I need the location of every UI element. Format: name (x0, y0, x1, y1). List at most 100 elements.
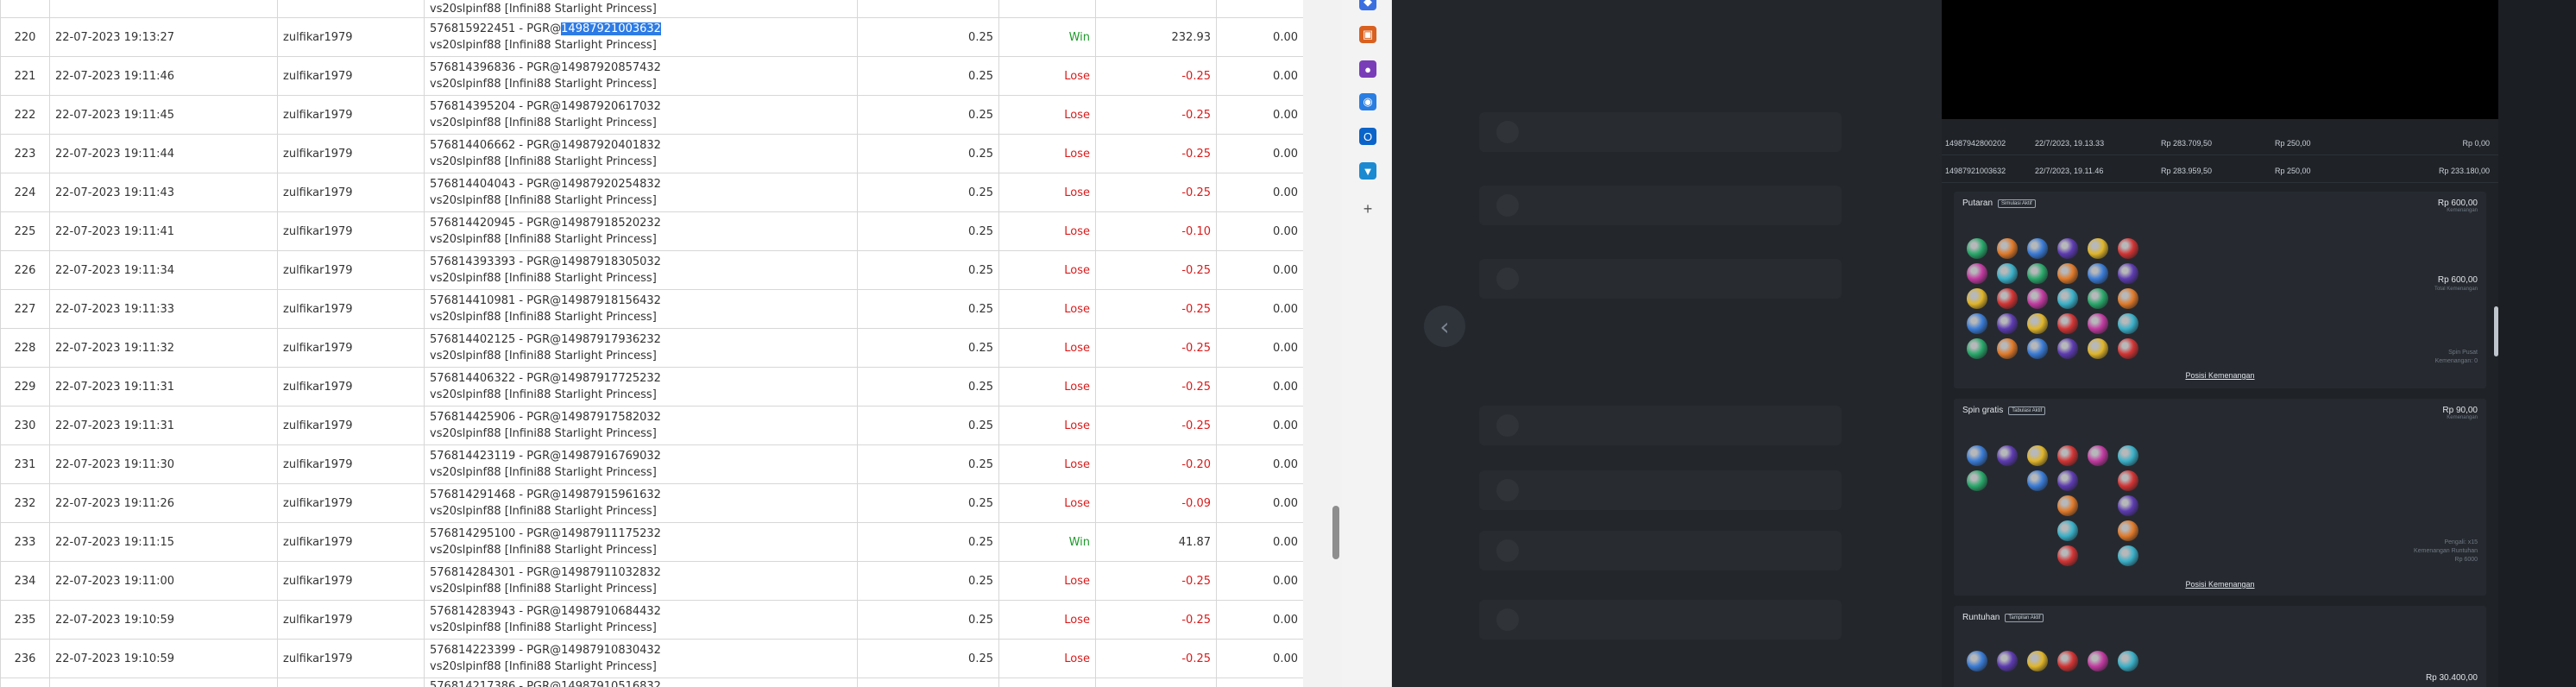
table-row[interactable]: 229 22-07-2023 19:11:31 zulfikar1979 576814… (0, 367, 1303, 407)
report-scrollbar-thumb[interactable] (1332, 506, 1339, 559)
history-id: 14987942800202 (1945, 138, 2006, 148)
row-winloss: -0.25 (1095, 600, 1217, 640)
diamond-icon[interactable]: ◆ (1359, 0, 1376, 10)
transaction-id: 576814291468 - PGR@14987915961632 (430, 487, 852, 503)
win-position-link[interactable]: Posisi Kemenangan (1954, 371, 2486, 380)
gem-symbol-icon (1997, 263, 2018, 284)
section-amount-label: Kemenangan (2447, 415, 2478, 420)
row-transaction[interactable]: 576814410981 - PGR@14987918156432 vs20slp… (424, 289, 858, 329)
shopping-icon[interactable]: ▼ (1359, 162, 1376, 180)
row-jackpot: 0.00 (1216, 406, 1303, 445)
table-row[interactable]: 221 22-07-2023 19:11:46 zulfikar1979 576814… (0, 56, 1303, 96)
table-row[interactable]: 224 22-07-2023 19:11:43 zulfikar1979 576814… (0, 173, 1303, 212)
transaction-ref: 576814423119 - PGR@14987916769032 (430, 450, 661, 463)
table-row[interactable]: 235 22-07-2023 19:10:59 zulfikar1979 576814… (0, 600, 1303, 640)
row-transaction[interactable]: 576814295100 - PGR@14987911175232 vs20slp… (424, 522, 858, 562)
table-row[interactable]: 222 22-07-2023 19:11:45 zulfikar1979 576814… (0, 95, 1303, 135)
row-transaction[interactable]: 576814223399 - PGR@14987910830432 vs20slp… (424, 639, 858, 678)
history-win: Rp 0,00 (2462, 138, 2490, 148)
row-datetime (49, 0, 278, 18)
game-name: vs20slpinf88 [Infini88 Starlight Princes… (430, 505, 657, 518)
gem-symbol-icon (2118, 288, 2138, 309)
table-row[interactable]: 233 22-07-2023 19:11:15 zulfikar1979 576814… (0, 522, 1303, 562)
gem-symbol-icon (2027, 651, 2048, 671)
row-transaction[interactable]: 576814406662 - PGR@14987920401832 vs20slp… (424, 134, 858, 173)
history-row[interactable]: 14987942800202 22/7/2023, 19.13.33 Rp 28… (1942, 131, 2498, 155)
row-bet: 0.25 (857, 483, 999, 523)
empty-cell (1962, 494, 1992, 518)
row-transaction[interactable]: 576814406322 - PGR@14987917725232 vs20slp… (424, 367, 858, 407)
section-tag[interactable]: Simulasi Aktif (1998, 199, 2036, 208)
row-transaction[interactable]: 576814423119 - PGR@14987916769032 vs20slp… (424, 444, 858, 484)
history-row[interactable]: 14987921003632 22/7/2023, 19.11.46 Rp 28… (1942, 159, 2498, 183)
note-line: Pengali: x15 (2444, 539, 2478, 545)
gem-symbol-icon (2088, 263, 2108, 284)
table-row[interactable]: 234 22-07-2023 19:11:00 zulfikar1979 576814… (0, 561, 1303, 601)
add-icon[interactable]: + (1359, 200, 1376, 217)
table-row[interactable]: 220 22-07-2023 19:13:27 zulfikar1979 576815… (0, 17, 1303, 57)
table-row[interactable]: 232 22-07-2023 19:11:26 zulfikar1979 576814… (0, 483, 1303, 523)
row-winloss: -0.25 (1095, 134, 1217, 173)
toolbox-icon[interactable]: ▣ (1359, 26, 1376, 43)
section-title: Runtuhan (1962, 613, 2000, 622)
gem-symbol-icon (2057, 238, 2078, 259)
row-transaction[interactable]: 576814396836 - PGR@14987920857432 vs20slp… (424, 56, 858, 96)
table-row[interactable]: 228 22-07-2023 19:11:32 zulfikar1979 576814… (0, 328, 1303, 368)
row-transaction[interactable]: 576814284301 - PGR@14987911032832 vs20slp… (424, 561, 858, 601)
row-transaction[interactable]: 576814393393 - PGR@14987918305032 vs20slp… (424, 250, 858, 290)
gem-symbol-icon (2057, 338, 2078, 359)
gem-symbol-icon (2118, 238, 2138, 259)
table-row[interactable]: 231 22-07-2023 19:11:30 zulfikar1979 576814… (0, 444, 1303, 484)
people-icon[interactable]: ● (1359, 60, 1376, 78)
gem-symbol-icon (2088, 288, 2108, 309)
row-jackpot: 0.00 (1216, 173, 1303, 212)
section-tag[interactable]: Tabulasi Aktif (2008, 406, 2046, 415)
transaction-ref: 576814295100 - PGR@14987911175232 (430, 527, 661, 540)
row-bet: 0.25 (857, 367, 999, 407)
gem-symbol-icon (1967, 445, 1987, 466)
row-jackpot: 0.00 (1216, 483, 1303, 523)
row-transaction[interactable]: 576814404043 - PGR@14987920254832 vs20slp… (424, 173, 858, 212)
row-winloss: -0.25 (1095, 328, 1217, 368)
row-winloss: -0.25 (1095, 289, 1217, 329)
copilot-icon[interactable]: ◉ (1359, 93, 1376, 110)
table-row[interactable]: 223 22-07-2023 19:11:44 zulfikar1979 576814… (0, 134, 1303, 173)
section-tag[interactable]: Tampilan Aktif (2005, 613, 2044, 622)
game-name: vs20slpinf88 [Infini88 Starlight Princes… (430, 660, 657, 673)
table-row[interactable]: 227 22-07-2023 19:11:33 zulfikar1979 576814… (0, 289, 1303, 329)
win-position-link[interactable]: Posisi Kemenangan (1954, 580, 2486, 589)
game-name: vs20slpinf88 [Infini88 Starlight Princes… (430, 194, 657, 207)
row-transaction[interactable]: 576815922451 - PGR@14987921003632 vs20slp… (424, 17, 858, 57)
row-transaction[interactable]: 576814291468 - PGR@14987915961632 vs20slp… (424, 483, 858, 523)
row-result: Lose (998, 367, 1096, 407)
empty-cell (2023, 494, 2052, 518)
report-scrollbar-track[interactable] (1303, 0, 1342, 687)
outlook-icon[interactable]: O (1359, 128, 1376, 145)
empty-cell (2083, 544, 2113, 568)
transaction-ref: 576814410981 - PGR@14987918156432 (430, 294, 661, 307)
table-row[interactable]: 230 22-07-2023 19:11:31 zulfikar1979 576814… (0, 406, 1303, 445)
gem-symbol-icon (2027, 470, 2048, 491)
row-transaction[interactable]: 576814402125 - PGR@14987917936232 vs20slp… (424, 328, 858, 368)
table-row[interactable]: 226 22-07-2023 19:11:34 zulfikar1979 576814… (0, 250, 1303, 290)
bet-history-panel: 14987942800202 22/7/2023, 19.13.33 Rp 28… (1942, 0, 2498, 687)
row-winloss: -0.25 (1095, 173, 1217, 212)
row-result: Lose (998, 134, 1096, 173)
symbol-grid (1962, 236, 2143, 361)
background-menu-item (1479, 531, 1842, 570)
gem-symbol-icon (2057, 263, 2078, 284)
game-name: vs20slpinf88 [Infini88 Starlight Princes… (430, 466, 657, 479)
row-transaction[interactable]: 576814425906 - PGR@14987917582032 vs20slp… (424, 406, 858, 445)
browser-sidebar: ◆ ▣ ● ◉ O ▼ + (1342, 0, 1392, 687)
game-name: vs20slpinf88 [Infini88 Starlight Princes… (430, 78, 657, 91)
back-arrow-button[interactable]: ‹ (1424, 306, 1465, 347)
table-row[interactable]: 225 22-07-2023 19:11:41 zulfikar1979 576814… (0, 211, 1303, 251)
row-transaction[interactable]: 576814283943 - PGR@14987910684432 vs20slp… (424, 600, 858, 640)
transaction-ref: 576814284301 - PGR@14987911032832 (430, 566, 661, 579)
row-transaction[interactable]: 576814420945 - PGR@14987918520232 vs20slp… (424, 211, 858, 251)
history-bet: Rp 250,00 (2275, 166, 2311, 175)
gem-symbol-icon (2057, 313, 2078, 334)
row-transaction[interactable]: 576814395204 - PGR@14987920617032 vs20slp… (424, 95, 858, 135)
table-row[interactable]: 236 22-07-2023 19:10:59 zulfikar1979 576814… (0, 639, 1303, 678)
gem-symbol-icon (2118, 470, 2138, 491)
